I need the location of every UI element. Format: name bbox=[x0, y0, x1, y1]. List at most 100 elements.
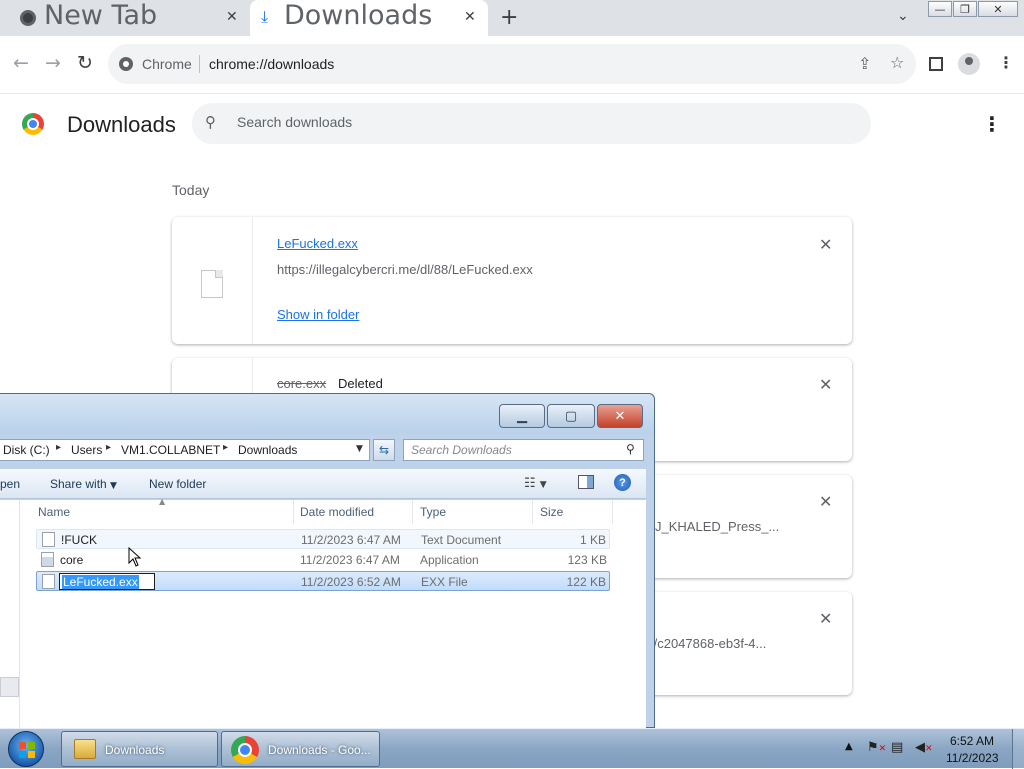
remove-download-icon[interactable]: ✕ bbox=[819, 492, 832, 511]
column-divider[interactable] bbox=[412, 500, 413, 524]
column-header-size[interactable]: Size bbox=[540, 505, 563, 519]
show-desktop-button[interactable] bbox=[1012, 729, 1024, 769]
breadcrumb[interactable]: Disk (C:) ▸ Users ▸ VM1.COLLABNET ▸ Down… bbox=[0, 439, 370, 461]
search-input[interactable] bbox=[237, 114, 837, 130]
rename-field[interactable]: LeFucked.exx bbox=[59, 573, 155, 590]
download-filename-link[interactable]: LeFucked.exx bbox=[277, 236, 358, 251]
file-list[interactable]: ▲ Name Date modified Type Size !FUCK 11/… bbox=[20, 497, 646, 729]
window-close-button[interactable]: ✕ bbox=[978, 1, 1018, 17]
download-source-url: J_KHALED_Press_... bbox=[655, 519, 780, 534]
file-date: 11/2/2023 6:47 AM bbox=[301, 533, 401, 547]
breadcrumb-item[interactable]: Downloads bbox=[238, 443, 297, 457]
share-icon[interactable]: ⇪ bbox=[858, 54, 871, 73]
share-with-label: Share with bbox=[50, 477, 107, 491]
tab-title: Downloads bbox=[284, 0, 433, 31]
tab-downloads[interactable]: ⤓ Downloads ✕ bbox=[250, 0, 488, 36]
side-panel-icon[interactable] bbox=[929, 57, 943, 71]
breadcrumb-item[interactable]: Users bbox=[71, 443, 102, 457]
close-button[interactable]: ✕ bbox=[597, 404, 643, 428]
file-name: !FUCK bbox=[61, 533, 97, 547]
menu-kebab-icon[interactable]: ⋮ bbox=[998, 53, 1014, 72]
search-icon: ⚲ bbox=[626, 442, 635, 456]
remove-download-icon[interactable]: ✕ bbox=[819, 609, 832, 628]
url-text[interactable]: chrome://downloads bbox=[209, 56, 334, 72]
site-chip: Chrome bbox=[142, 56, 192, 72]
breadcrumb-item[interactable]: VM1.COLLABNET bbox=[121, 443, 220, 457]
open-button[interactable]: pen bbox=[0, 477, 20, 491]
network-icon[interactable]: ▤ bbox=[891, 740, 903, 755]
show-hidden-icons-icon[interactable]: ▲ bbox=[845, 741, 853, 752]
chevron-right-icon[interactable]: ▸ bbox=[56, 442, 61, 453]
application-icon bbox=[41, 552, 54, 567]
column-header-date[interactable]: Date modified bbox=[300, 505, 374, 519]
downloads-logo bbox=[22, 113, 44, 135]
restore-button[interactable]: ❐ bbox=[953, 1, 977, 17]
forward-button[interactable]: → bbox=[45, 52, 61, 74]
change-view-icon[interactable]: ☷ ▼ bbox=[524, 476, 547, 491]
rename-selected-text: LeFucked.exx bbox=[62, 575, 139, 589]
volume-muted-icon[interactable]: ◀✕ bbox=[915, 740, 933, 755]
file-icon bbox=[201, 270, 223, 298]
chevron-right-icon[interactable]: ▸ bbox=[223, 442, 228, 453]
chrome-icon bbox=[119, 57, 133, 71]
search-bar[interactable]: ⚲ bbox=[192, 103, 871, 144]
remove-download-icon[interactable]: ✕ bbox=[819, 375, 832, 394]
navigation-pane[interactable] bbox=[0, 500, 20, 729]
scrollbar-thumb[interactable] bbox=[0, 677, 19, 697]
chrome-icon bbox=[231, 736, 259, 764]
folder-icon bbox=[74, 739, 96, 759]
column-divider[interactable] bbox=[293, 500, 294, 524]
minimize-button[interactable]: ▁ bbox=[499, 404, 545, 428]
windows-logo-icon bbox=[19, 742, 35, 758]
reload-button[interactable]: ↻ bbox=[77, 52, 93, 74]
column-divider[interactable] bbox=[532, 500, 533, 524]
action-center-warning-icon[interactable]: ⚑✕ bbox=[867, 740, 886, 755]
explorer-window[interactable]: ▁ ▢ ✕ Disk (C:) ▸ Users ▸ VM1.COLLABNET … bbox=[0, 393, 655, 729]
file-size: 1 KB bbox=[579, 533, 606, 547]
more-actions-icon[interactable]: ⋮ bbox=[982, 112, 1002, 136]
column-header-type[interactable]: Type bbox=[420, 505, 446, 519]
profile-avatar[interactable] bbox=[958, 53, 980, 75]
chevron-down-icon[interactable]: ▼ bbox=[356, 444, 363, 454]
mouse-cursor-icon bbox=[128, 547, 142, 567]
column-header-name[interactable]: Name bbox=[38, 505, 70, 519]
maximize-button[interactable]: ▢ bbox=[547, 404, 595, 428]
breadcrumb-item[interactable]: Disk (C:) bbox=[3, 443, 50, 457]
tab-new-tab[interactable]: New Tab ✕ bbox=[0, 0, 248, 36]
file-type: EXX File bbox=[421, 575, 468, 589]
search-input[interactable] bbox=[411, 443, 621, 457]
taskbar-explorer-button[interactable]: Downloads bbox=[61, 731, 218, 767]
file-row-selected[interactable]: LeFucked.exx 11/2/2023 6:52 AM EXX File … bbox=[36, 571, 610, 591]
person-icon bbox=[965, 57, 973, 65]
new-tab-button[interactable]: + bbox=[500, 5, 518, 30]
preview-pane-icon[interactable] bbox=[578, 475, 594, 489]
minimize-button[interactable]: — bbox=[928, 1, 952, 17]
explorer-search[interactable]: ⚲ bbox=[403, 439, 644, 461]
clock-time[interactable]: 6:52 AM bbox=[950, 734, 994, 748]
file-type: Application bbox=[420, 553, 479, 567]
close-icon[interactable]: ✕ bbox=[464, 9, 476, 25]
download-card: LeFucked.exx https://illegalcybercri.me/… bbox=[172, 217, 852, 344]
start-button[interactable] bbox=[8, 731, 44, 767]
close-icon[interactable]: ✕ bbox=[226, 9, 238, 25]
column-header-row: ▲ Name Date modified Type Size bbox=[20, 497, 646, 524]
refresh-button[interactable]: ⇆ bbox=[373, 439, 395, 461]
help-icon[interactable]: ? bbox=[614, 474, 631, 491]
bookmark-star-icon[interactable]: ☆ bbox=[890, 53, 904, 72]
address-bar[interactable]: Chrome chrome://downloads ⇪ ☆ bbox=[108, 44, 916, 84]
file-row[interactable]: !FUCK 11/2/2023 6:47 AM Text Document 1 … bbox=[36, 529, 610, 549]
file-row[interactable]: core 11/2/2023 6:47 AM Application 123 K… bbox=[36, 550, 610, 570]
remove-download-icon[interactable]: ✕ bbox=[819, 235, 832, 254]
tab-search-button[interactable]: ⌄ bbox=[897, 8, 909, 24]
share-with-button[interactable]: Share with ▼ bbox=[50, 477, 117, 491]
clock-date[interactable]: 11/2/2023 bbox=[946, 751, 999, 765]
show-in-folder-link[interactable]: Show in folder bbox=[277, 307, 359, 322]
window-titlebar[interactable]: ▁ ▢ ✕ bbox=[0, 394, 654, 434]
column-divider[interactable] bbox=[612, 500, 613, 524]
new-folder-button[interactable]: New folder bbox=[149, 477, 206, 491]
back-button[interactable]: ← bbox=[13, 52, 29, 74]
date-section-label: Today bbox=[172, 182, 210, 198]
taskbar-chrome-button[interactable]: Downloads - Goo... bbox=[221, 731, 380, 767]
chevron-right-icon[interactable]: ▸ bbox=[106, 442, 111, 453]
chrome-icon bbox=[20, 10, 36, 26]
